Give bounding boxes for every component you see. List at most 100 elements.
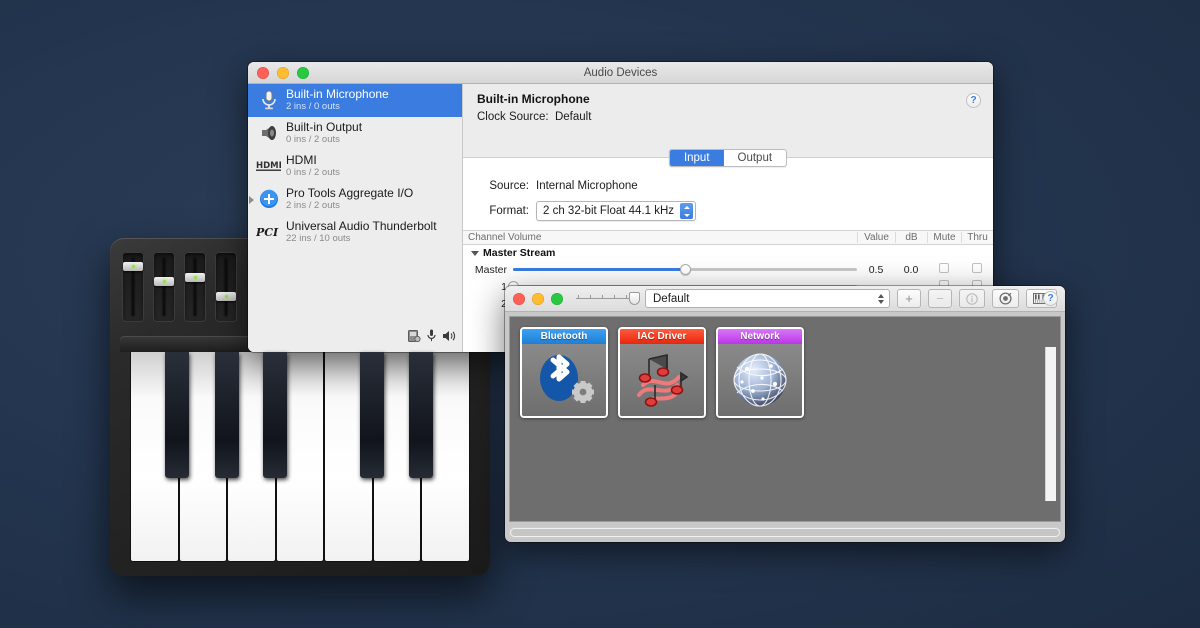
help-button[interactable]: ?: [966, 93, 981, 108]
help-button[interactable]: ?: [1043, 291, 1058, 306]
mute-checkbox[interactable]: [939, 263, 949, 273]
stepper-icon[interactable]: [680, 203, 693, 219]
device-list-item-built-in-output[interactable]: Built-in Output 0 ins / 2 outs: [248, 117, 462, 150]
detail-device-title: Built-in Microphone: [477, 92, 979, 106]
zoom-slider-handle[interactable]: [629, 292, 640, 305]
device-name: Built-in Output: [286, 121, 362, 134]
fader-2-cap[interactable]: [154, 277, 174, 286]
close-button[interactable]: [257, 67, 269, 79]
fader-3[interactable]: [184, 252, 206, 322]
black-key[interactable]: [360, 352, 384, 478]
add-device-button[interactable]: +: [897, 289, 921, 308]
midi-studio-toolbar[interactable]: Default + − ?: [505, 286, 1065, 312]
audio-devices-titlebar[interactable]: Audio Devices: [248, 62, 993, 84]
source-value: Internal Microphone: [536, 180, 638, 192]
tab-output[interactable]: Output: [724, 150, 787, 166]
network-globe-icon: [718, 344, 802, 416]
master-stream-label: Master Stream: [483, 247, 555, 259]
midi-device-grid: Bluetooth: [510, 317, 1060, 428]
device-list-item-hdmi[interactable]: HDMI HDMI 0 ins / 2 outs: [248, 150, 462, 183]
midi-device-bluetooth[interactable]: Bluetooth: [520, 327, 608, 418]
hdmi-icon: HDMI: [256, 153, 282, 179]
zoom-slider[interactable]: [576, 291, 638, 307]
device-io-count: 0 ins / 2 outs: [286, 135, 362, 145]
configure-device-icon[interactable]: [408, 329, 421, 347]
thru-checkbox[interactable]: [972, 263, 982, 273]
device-list[interactable]: Built-in Microphone 2 ins / 0 outs Built…: [248, 84, 463, 352]
slider-fill: [513, 268, 685, 271]
device-io-count: 0 ins / 2 outs: [286, 168, 340, 178]
speaker-icon: [256, 120, 282, 146]
fader-4-slot: [225, 258, 227, 316]
music-notes-icon: [620, 344, 704, 416]
channel-db: 0.0: [895, 264, 927, 276]
black-key[interactable]: [263, 352, 287, 478]
zoom-button[interactable]: [551, 293, 563, 305]
tab-input[interactable]: Input: [670, 150, 724, 166]
test-setup-icon[interactable]: [992, 289, 1019, 308]
chevron-updown-icon[interactable]: [878, 294, 884, 304]
pci-icon: PCI: [256, 219, 282, 245]
source-label: Source:: [477, 180, 529, 192]
svg-text:PCI: PCI: [256, 226, 279, 239]
master-stream-group[interactable]: Master Stream: [463, 245, 993, 261]
column-value: Value: [857, 232, 895, 243]
fader-1[interactable]: [122, 252, 144, 322]
window-title: Audio Devices: [248, 62, 993, 84]
format-select[interactable]: 2 ch 32-bit Float 44.1 kHz: [536, 201, 696, 221]
minimize-button[interactable]: [277, 67, 289, 79]
window-controls: [248, 67, 309, 79]
midi-studio-canvas[interactable]: Bluetooth: [509, 316, 1061, 522]
zoom-button[interactable]: [297, 67, 309, 79]
device-list-item-text: Built-in Microphone 2 ins / 0 outs: [286, 88, 389, 112]
table-row[interactable]: Master 0.5 0.0: [463, 261, 993, 278]
device-list-item-text: Built-in Output 0 ins / 2 outs: [286, 121, 362, 145]
midi-device-iac-driver[interactable]: IAC Driver: [618, 327, 706, 418]
black-key[interactable]: [215, 352, 239, 478]
mute-checkbox-cell[interactable]: [927, 263, 961, 276]
column-channel-volume: Channel Volume: [463, 232, 857, 243]
format-row: Format: 2 ch 32-bit Float 44.1 kHz: [477, 201, 993, 221]
default-output-icon[interactable]: [442, 329, 456, 347]
fader-3-cap[interactable]: [185, 273, 205, 282]
fader-3-slot: [194, 258, 196, 316]
fader-4[interactable]: [215, 252, 237, 322]
black-key[interactable]: [165, 352, 189, 478]
input-output-tabs[interactable]: Input Output: [669, 149, 787, 167]
fader-1-cap[interactable]: [123, 262, 143, 271]
window-controls: [513, 293, 563, 305]
master-volume-slider[interactable]: [513, 261, 857, 278]
black-key[interactable]: [409, 352, 433, 478]
zoom-tick: [578, 295, 579, 299]
device-list-item-text: Universal Audio Thunderbolt 22 ins / 10 …: [286, 220, 437, 244]
thru-checkbox-cell[interactable]: [961, 263, 993, 276]
disclosure-triangle-icon[interactable]: [471, 251, 479, 256]
column-thru: Thru: [961, 232, 993, 243]
midi-device-label: Network: [718, 329, 802, 344]
device-list-item-universal-audio-thunderbolt[interactable]: PCI Universal Audio Thunderbolt 22 ins /…: [248, 216, 462, 249]
minimize-button[interactable]: [532, 293, 544, 305]
device-list-item-built-in-microphone[interactable]: Built-in Microphone 2 ins / 0 outs: [248, 84, 462, 117]
fader-2[interactable]: [153, 252, 175, 322]
microphone-icon: [256, 87, 282, 113]
device-list-item-pro-tools-aggregate-io[interactable]: Pro Tools Aggregate I/O 2 ins / 2 outs: [248, 183, 462, 216]
remove-device-button[interactable]: −: [928, 289, 952, 308]
device-list-item-text: HDMI 0 ins / 2 outs: [286, 154, 340, 178]
device-info-icon[interactable]: [959, 289, 985, 308]
device-name: HDMI: [286, 154, 340, 167]
device-name: Universal Audio Thunderbolt: [286, 220, 437, 233]
horizontal-scrollbar-thumb[interactable]: [511, 529, 1059, 536]
horizontal-scrollbar[interactable]: [509, 527, 1061, 538]
bluetooth-icon: [522, 344, 606, 416]
channel-name: Master: [463, 264, 513, 276]
configuration-select[interactable]: Default: [645, 289, 890, 308]
chevron-right-icon[interactable]: [249, 196, 254, 204]
close-button[interactable]: [513, 293, 525, 305]
default-input-icon[interactable]: [427, 329, 436, 347]
vertical-scrollbar[interactable]: [1045, 347, 1056, 501]
slider-knob[interactable]: [680, 264, 691, 275]
midi-device-network[interactable]: Network: [716, 327, 804, 418]
device-io-count: 2 ins / 2 outs: [286, 201, 413, 211]
midi-studio-window[interactable]: Default + − ? Bluetooth: [505, 286, 1065, 542]
fader-4-cap[interactable]: [216, 292, 236, 301]
